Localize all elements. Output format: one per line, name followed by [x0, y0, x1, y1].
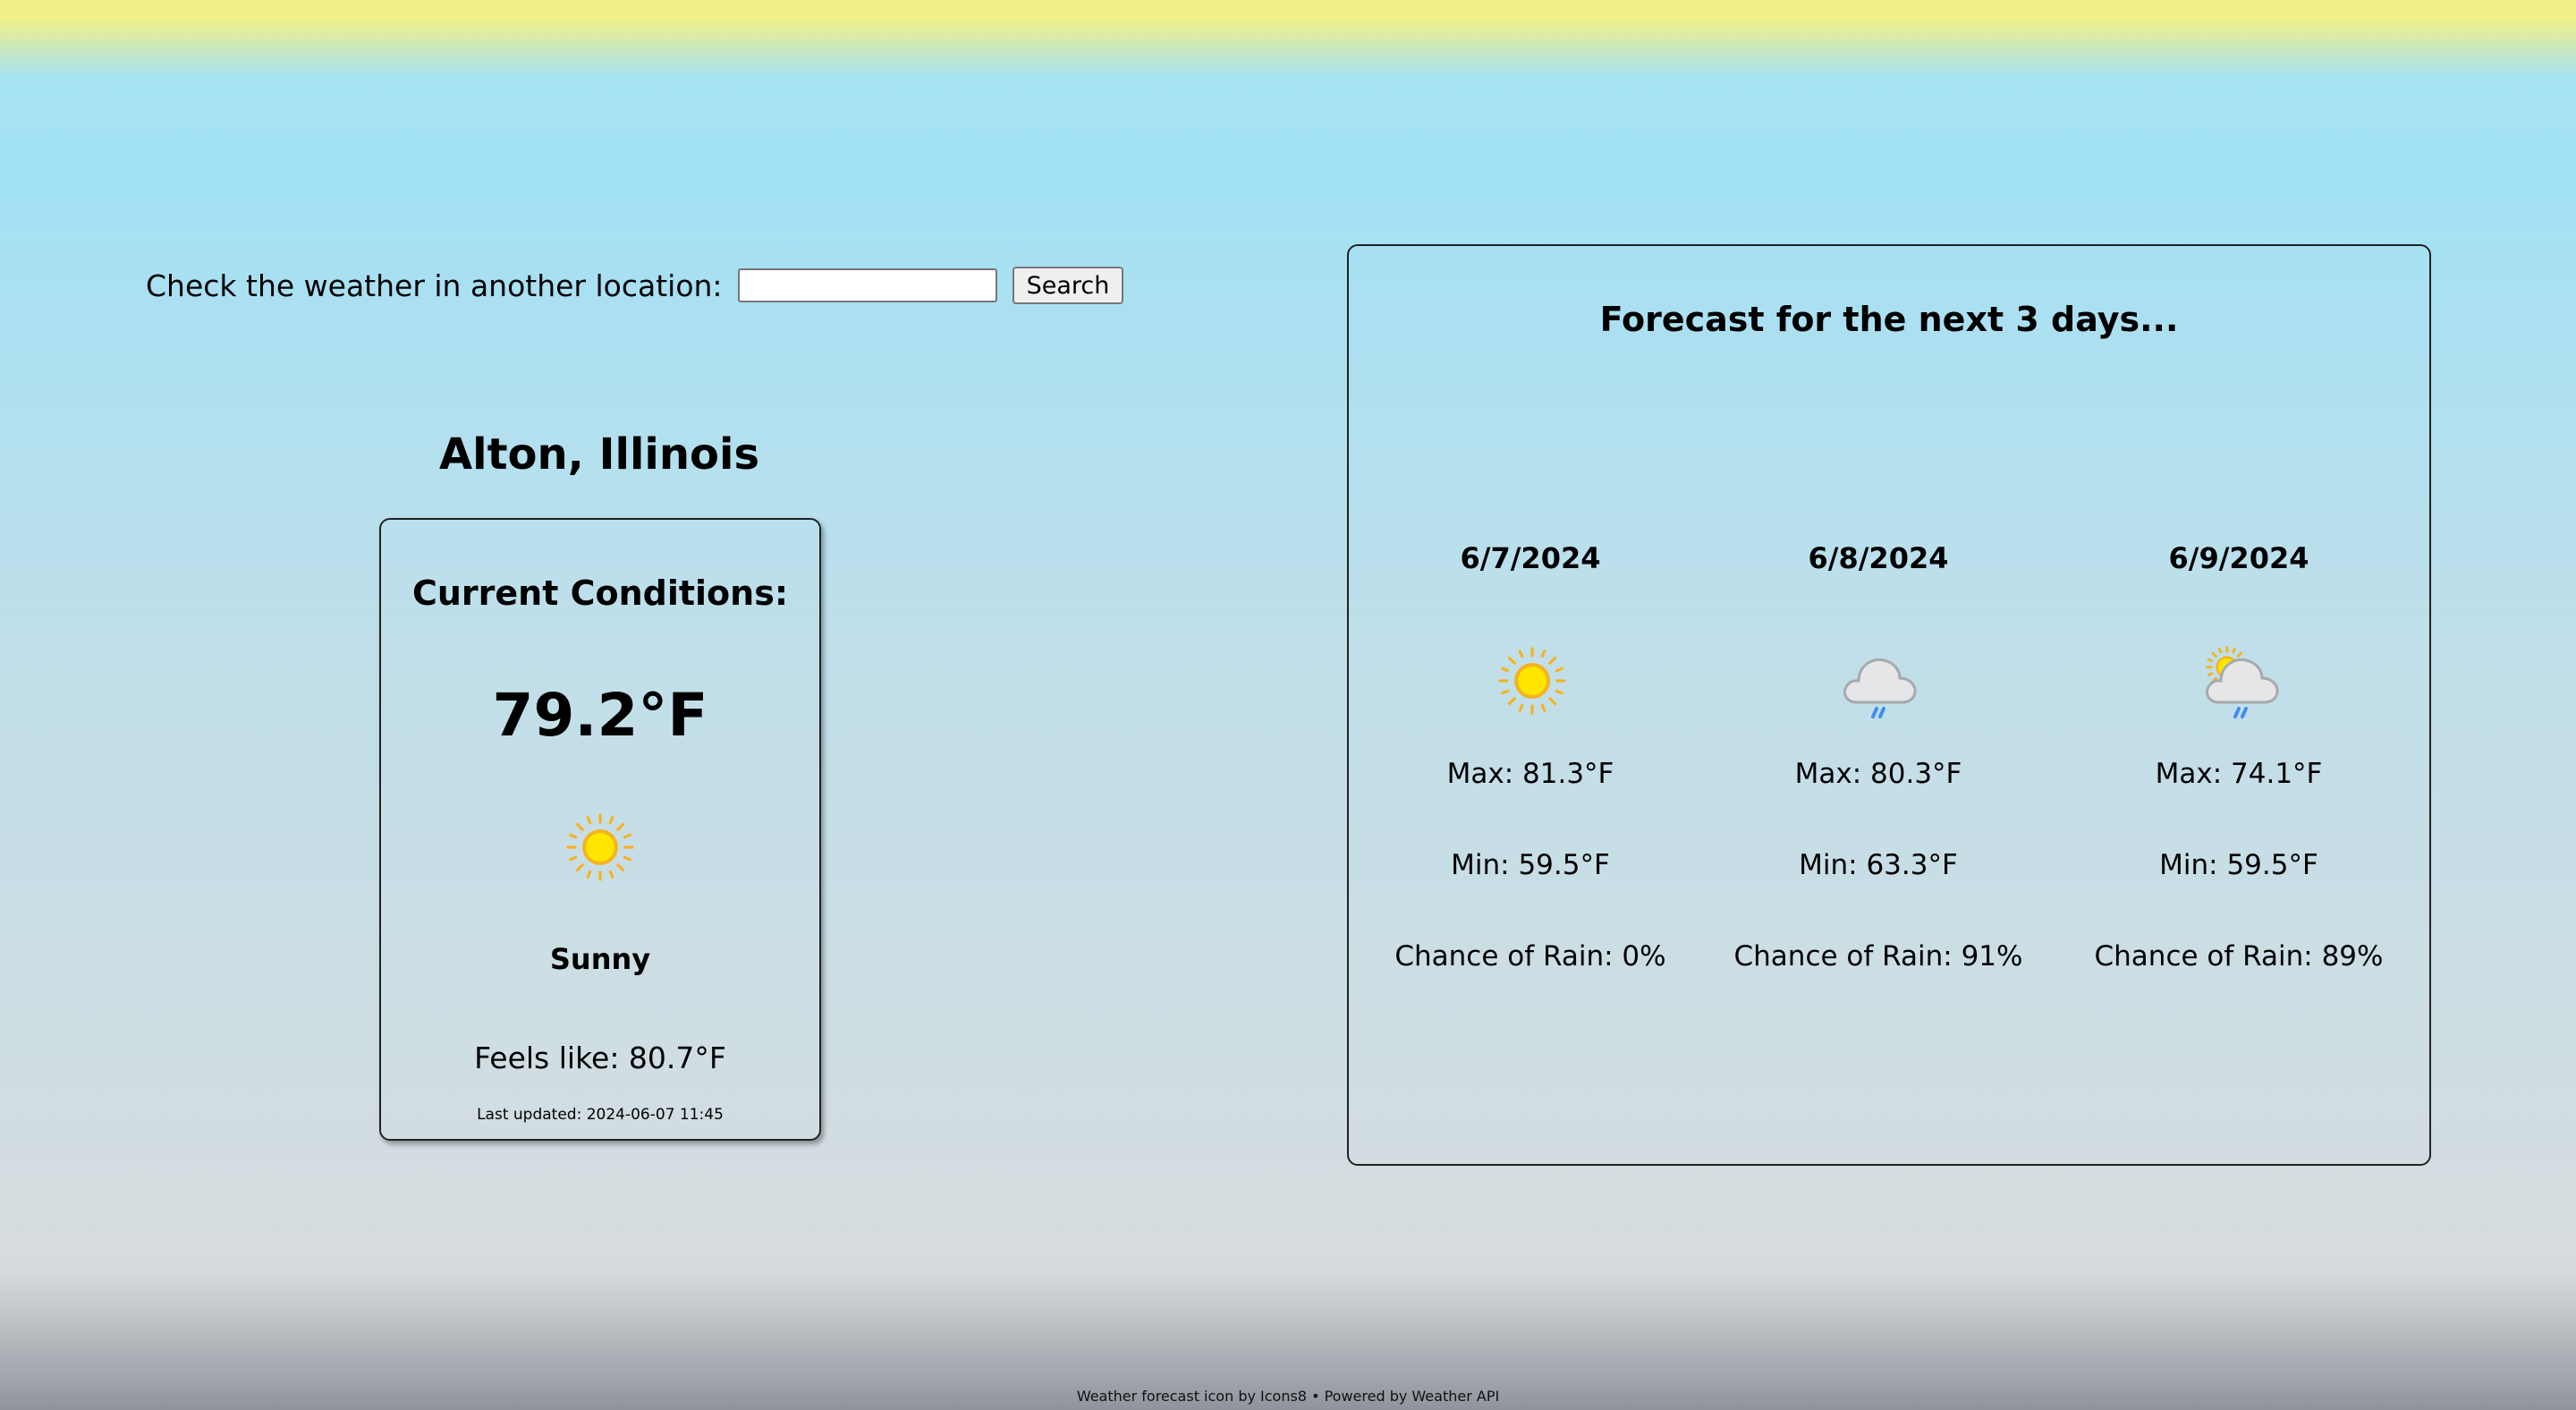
footer-credits: Weather forecast icon by Icons8 • Powere… [1076, 1388, 1500, 1405]
sun-icon [564, 811, 636, 883]
forecast-date: 6/9/2024 [2168, 541, 2309, 575]
location-title: Alton, Illinois [438, 429, 760, 480]
forecast-day: 6/7/2024 Max: 81.3°F Min: 59.5°F Chance … [1378, 541, 1682, 1007]
forecast-rain-chance: Chance of Rain: 0% [1394, 940, 1666, 973]
forecast-date: 6/8/2024 [1808, 541, 1949, 575]
forecast-heading: Forecast for the next 3 days... [1599, 300, 2179, 339]
forecast-max-temp: Max: 81.3°F [1446, 758, 1614, 790]
current-conditions-card: Current Conditions: 79.2°F Sunny Feels l… [379, 518, 821, 1141]
location-search-input[interactable] [737, 268, 997, 302]
forecast-rain-chance: Chance of Rain: 91% [1733, 940, 2023, 973]
forecast-date: 6/7/2024 [1460, 541, 1601, 575]
search-button[interactable]: Search [1012, 267, 1124, 304]
feels-like-text: Feels like: 80.7°F [474, 1041, 726, 1075]
current-temperature: 79.2°F [492, 681, 708, 750]
forecast-day: 6/8/2024 Max: 80.3°F Min: 63.3°F Chance … [1726, 541, 2030, 1007]
current-condition-text: Sunny [549, 942, 651, 976]
location-search-form: Check the weather in another location: S… [146, 265, 1124, 306]
sun-cloud-rain-icon [2198, 638, 2284, 724]
forecast-rain-chance: Chance of Rain: 89% [2094, 940, 2384, 973]
forecast-min-temp: Min: 63.3°F [1799, 849, 1958, 881]
forecast-min-temp: Min: 59.5°F [2159, 849, 2318, 881]
forecast-max-temp: Max: 74.1°F [2155, 758, 2323, 790]
current-conditions-heading: Current Conditions: [411, 573, 789, 613]
last-updated-text: Last updated: 2024-06-07 11:45 [477, 1106, 724, 1124]
sun-icon [1489, 638, 1575, 724]
forecast-min-temp: Min: 59.5°F [1451, 849, 1610, 881]
forecast-day: 6/9/2024 Max: 74.1°F Min: 59.5°F Chance … [2087, 541, 2391, 1007]
forecast-max-temp: Max: 80.3°F [1794, 758, 1962, 790]
forecast-card: Forecast for the next 3 days... 6/7/2024 [1347, 244, 2431, 1166]
search-label: Check the weather in another location: [146, 268, 723, 303]
rain-cloud-icon [1837, 638, 1923, 724]
